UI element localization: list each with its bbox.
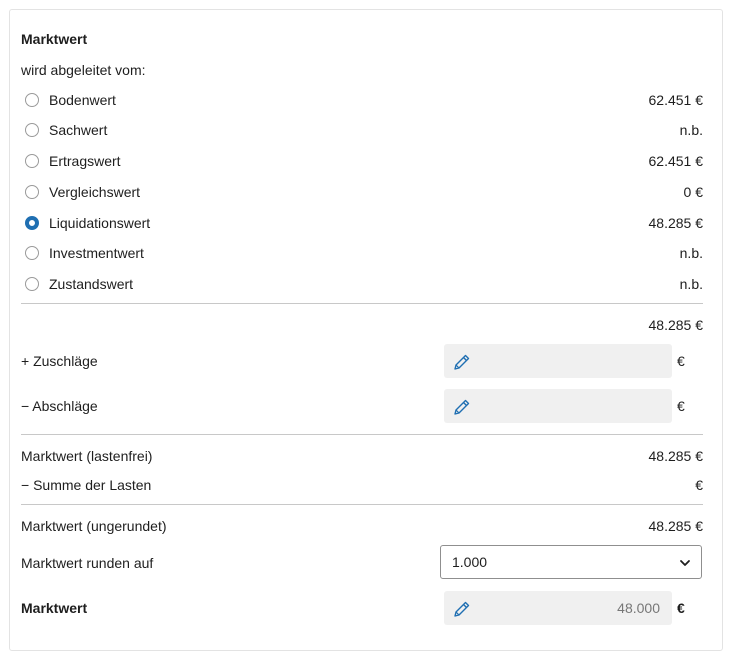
- final-unit: €: [677, 600, 685, 616]
- option-liquidationswert[interactable]: Liquidationswert 48.285 €: [25, 211, 703, 235]
- chevron-down-icon: [680, 560, 690, 566]
- option-label: Zustandswert: [49, 276, 134, 292]
- abschlaege-unit: €: [677, 398, 685, 414]
- final-value: 48.000: [617, 600, 660, 616]
- lastenfrei-label: Marktwert (lastenfrei): [21, 448, 153, 464]
- pencil-icon[interactable]: [452, 397, 472, 417]
- option-zustandswert[interactable]: Zustandswert n.b.: [25, 272, 703, 296]
- zuschlaege-label: + Zuschläge: [21, 353, 98, 369]
- option-bodenwert[interactable]: Bodenwert 62.451 €: [25, 88, 703, 112]
- radio-bodenwert[interactable]: [25, 93, 39, 107]
- abschlaege-label: − Abschläge: [21, 398, 98, 414]
- option-ertragswert[interactable]: Ertragswert 62.451 €: [25, 149, 703, 173]
- zuschlaege-unit: €: [677, 353, 685, 369]
- final-label: Marktwert: [21, 600, 88, 616]
- radio-investmentwert[interactable]: [25, 246, 39, 260]
- option-value: n.b.: [679, 245, 703, 261]
- subtotal-value: 48.285 €: [648, 317, 704, 333]
- zuschlaege-input[interactable]: [444, 344, 672, 378]
- divider: [21, 303, 703, 304]
- section-title: Marktwert: [21, 31, 88, 47]
- ungerundet-value: 48.285 €: [648, 518, 704, 534]
- option-label: Sachwert: [49, 122, 108, 138]
- abschlaege-input[interactable]: [444, 389, 672, 423]
- runden-selected-value: 1.000: [452, 554, 488, 570]
- section-subtitle: wird abgeleitet vom:: [21, 62, 146, 78]
- divider: [21, 434, 703, 435]
- option-vergleichswert[interactable]: Vergleichswert 0 €: [25, 180, 703, 204]
- radio-vergleichswert[interactable]: [25, 185, 39, 199]
- lastenfrei-row: Marktwert (lastenfrei) 48.285 €: [21, 444, 703, 468]
- radio-ertragswert[interactable]: [25, 154, 39, 168]
- option-label: Bodenwert: [49, 92, 116, 108]
- option-value: 48.285 €: [648, 215, 704, 231]
- divider: [21, 504, 703, 505]
- option-investmentwert[interactable]: Investmentwert n.b.: [25, 241, 703, 265]
- pencil-icon[interactable]: [452, 599, 472, 619]
- radio-zustandswert[interactable]: [25, 277, 39, 291]
- option-value: n.b.: [679, 276, 703, 292]
- lasten-row: − Summe der Lasten €: [21, 473, 703, 497]
- option-label: Investmentwert: [49, 245, 144, 261]
- pencil-icon[interactable]: [452, 352, 472, 372]
- option-label: Vergleichswert: [49, 184, 141, 200]
- lasten-value: €: [695, 477, 703, 493]
- option-value: n.b.: [679, 122, 703, 138]
- lasten-label: − Summe der Lasten: [21, 477, 152, 493]
- marktwert-card: Marktwert wird abgeleitet vom: Bodenwert…: [9, 9, 723, 651]
- option-label: Ertragswert: [49, 153, 121, 169]
- option-sachwert[interactable]: Sachwert n.b.: [25, 118, 703, 142]
- option-value: 62.451 €: [648, 92, 704, 108]
- radio-liquidationswert[interactable]: [25, 216, 39, 230]
- runden-select[interactable]: 1.000: [440, 545, 702, 579]
- subtotal-row: 48.285 €: [21, 313, 704, 337]
- option-value: 62.451 €: [648, 153, 704, 169]
- runden-label: Marktwert runden auf: [21, 555, 154, 571]
- lastenfrei-value: 48.285 €: [648, 448, 704, 464]
- option-value: 0 €: [683, 184, 703, 200]
- ungerundet-row: Marktwert (ungerundet) 48.285 €: [21, 514, 703, 538]
- option-label: Liquidationswert: [49, 215, 151, 231]
- ungerundet-label: Marktwert (ungerundet): [21, 518, 167, 534]
- final-input[interactable]: 48.000: [444, 591, 672, 625]
- radio-sachwert[interactable]: [25, 123, 39, 137]
